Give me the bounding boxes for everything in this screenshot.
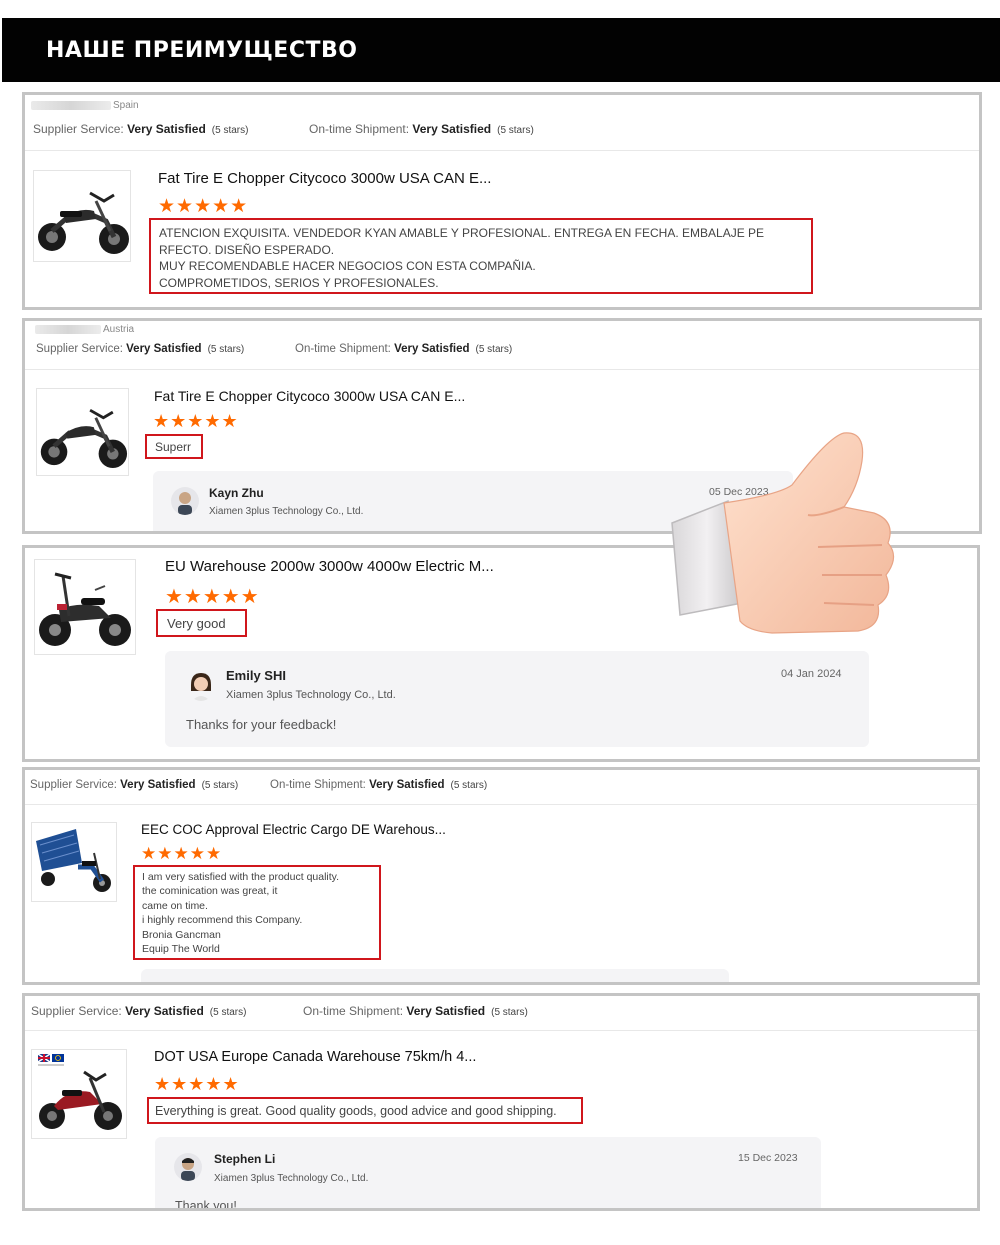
seller-name: Emily SHI xyxy=(226,668,286,683)
rating-stars: ★★★★★ xyxy=(153,411,239,431)
red-chopper-image xyxy=(37,1053,122,1130)
review-highlight-box: I am very satisfied with the product qua… xyxy=(133,865,381,960)
chopper-scooter-image xyxy=(40,408,128,469)
thumbs-up-hand-icon xyxy=(671,432,895,634)
review-highlight-box: Superr xyxy=(145,434,203,459)
product-title[interactable]: Fat Tire E Chopper Citycoco 3000w USA CA… xyxy=(154,388,465,404)
review-text: Superr xyxy=(155,440,192,454)
shipment-rating: On-time Shipment: Very Satisfied (5 stars… xyxy=(303,1004,528,1018)
rating-stars: ★★★★★ xyxy=(165,586,260,608)
review-highlight-box: Everything is great. Good quality goods,… xyxy=(147,1097,583,1124)
chopper-scooter-image xyxy=(38,191,129,254)
seller-name: Kayn Zhu xyxy=(209,486,264,500)
review-text: Everything is great. Good quality goods,… xyxy=(155,1104,557,1118)
header-banner: НАШЕ ПРЕИМУЩЕСТВО xyxy=(2,18,1000,82)
product-title[interactable]: DOT USA Europe Canada Warehouse 75km/h 4… xyxy=(154,1049,476,1065)
rating-stars: ★★★★★ xyxy=(141,844,223,863)
shipment-rating: On-time Shipment: Very Satisfied (5 stars… xyxy=(270,779,488,791)
seller-reply: Stephen Li Xiamen 3plus Technology Co., … xyxy=(155,1137,821,1211)
blurred-reviewer-name xyxy=(31,100,111,110)
review-card: Supplier Service: Very Satisfied (5 stars… xyxy=(22,767,980,985)
product-image[interactable] xyxy=(31,1049,127,1139)
reply-message: Thanks for your feedback! xyxy=(186,717,337,732)
reply-date: 15 Dec 2023 xyxy=(738,1152,798,1164)
product-image[interactable] xyxy=(36,388,129,476)
product-title[interactable]: Fat Tire E Chopper Citycoco 3000w USA CA… xyxy=(158,170,491,187)
supplier-service-rating: Supplier Service: Very Satisfied (5 stars… xyxy=(36,343,245,355)
cargo-trike-image xyxy=(36,829,111,892)
rating-stars: ★★★★★ xyxy=(158,196,249,217)
blurred-reviewer-name xyxy=(35,324,101,334)
reviewer-country: Spain xyxy=(31,100,139,111)
seller-company: Xiamen 3plus Technology Co., Ltd. xyxy=(209,506,364,517)
seller-name: Stephen Li xyxy=(214,1152,276,1166)
product-title[interactable]: EEC COC Approval Electric Cargo DE Wareh… xyxy=(141,822,446,837)
seller-reply: Emily SHI Xiamen 3plus Technology Co., L… xyxy=(165,651,869,747)
review-text: Very good xyxy=(167,616,226,631)
supplier-service-rating: Supplier Service: Very Satisfied (5 stars… xyxy=(30,779,239,791)
review-highlight-box: ATENCION EXQUISITA. VENDEDOR KYAN AMABLE… xyxy=(149,218,813,294)
electric-scooter-image xyxy=(39,572,131,646)
seller-company: Xiamen 3plus Technology Co., Ltd. xyxy=(226,689,396,701)
product-image[interactable] xyxy=(33,170,131,262)
product-title[interactable]: EU Warehouse 2000w 3000w 4000w Electric … xyxy=(165,558,494,575)
seller-avatar xyxy=(187,669,215,701)
product-image[interactable] xyxy=(34,559,136,655)
review-text: ATENCION EXQUISITA. VENDEDOR KYAN AMABLE… xyxy=(159,226,765,290)
review-card: Supplier Service: Very Satisfied (5 stars… xyxy=(22,993,980,1211)
reviewer-country: Austria xyxy=(35,324,134,335)
seller-avatar xyxy=(174,1153,202,1181)
review-card: Spain Supplier Service: Very Satisfied (5… xyxy=(22,92,982,310)
seller-avatar xyxy=(171,487,199,515)
review-text: I am very satisfied with the product qua… xyxy=(142,871,340,956)
shipment-rating: On-time Shipment: Very Satisfied (5 stars… xyxy=(309,122,534,136)
reply-message: Thank you! xyxy=(175,1199,237,1211)
supplier-service-rating: Supplier Service: Very Satisfied (5 stars… xyxy=(33,122,249,136)
shipment-rating: On-time Shipment: Very Satisfied (5 stars… xyxy=(295,343,513,355)
rating-stars: ★★★★★ xyxy=(154,1074,240,1094)
banner-title: НАШЕ ПРЕИМУЩЕСТВО xyxy=(46,38,358,63)
review-highlight-box: Very good xyxy=(156,609,247,637)
product-image[interactable] xyxy=(31,822,117,902)
seller-company: Xiamen 3plus Technology Co., Ltd. xyxy=(214,1173,369,1184)
supplier-service-rating: Supplier Service: Very Satisfied (5 stars… xyxy=(31,1004,247,1018)
reply-date: 04 Jan 2024 xyxy=(781,668,842,680)
seller-reply-peek xyxy=(141,969,729,982)
